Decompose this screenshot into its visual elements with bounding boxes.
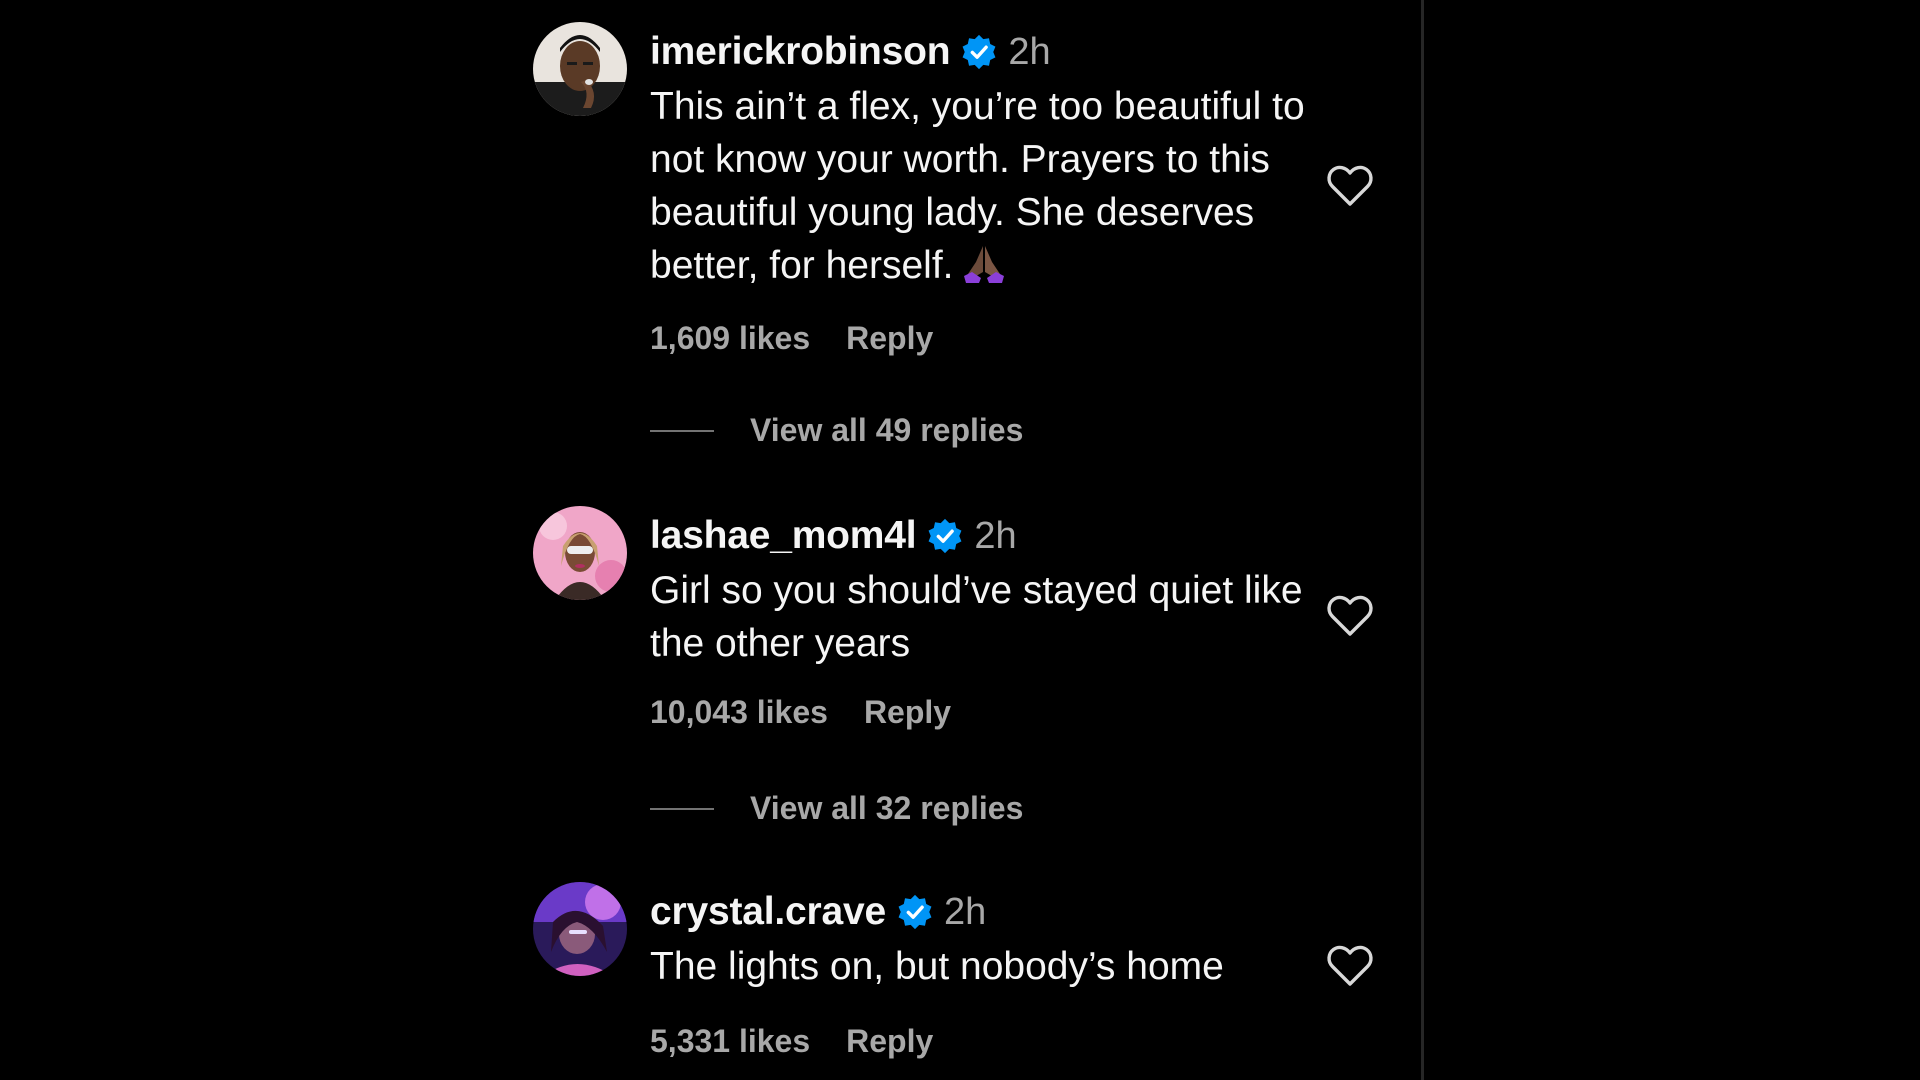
reply-button[interactable]: Reply — [846, 320, 933, 357]
comment-time: 2h — [1008, 30, 1051, 73]
comments-panel: imerickrobinson 2h This ain’t a flex, yo… — [0, 0, 1920, 1080]
verified-badge-icon — [962, 34, 996, 70]
avatar[interactable] — [533, 22, 627, 116]
comment-meta: crystal.crave 2h — [650, 882, 1340, 942]
likes-count[interactable]: 1,609 likes — [650, 320, 810, 357]
view-replies-button[interactable]: View all 32 replies — [650, 790, 1023, 827]
likes-count[interactable]: 10,043 likes — [650, 694, 828, 731]
avatar[interactable] — [533, 882, 627, 976]
username[interactable]: crystal.crave — [650, 890, 886, 934]
comment-actions: 5,331 likes Reply — [650, 1023, 1340, 1060]
comment-time: 2h — [974, 514, 1017, 557]
comment-meta: lashae_mom4l 2h — [650, 506, 1340, 566]
comment-text: This ain’t a flex, you’re too beautiful … — [650, 80, 1340, 292]
reply-button[interactable]: Reply — [864, 694, 951, 731]
comment-body: lashae_mom4l 2h Girl so you should’ve st… — [650, 506, 1340, 731]
verified-badge-icon — [898, 894, 932, 930]
verified-badge-icon — [928, 518, 962, 554]
reply-button[interactable]: Reply — [846, 1023, 933, 1060]
heart-icon[interactable] — [1326, 164, 1374, 208]
comment-time: 2h — [943, 890, 987, 933]
comment-text: The lights on, but nobody’s home — [650, 945, 1224, 988]
comment-body: imerickrobinson 2h This ain’t a flex, yo… — [650, 22, 1340, 357]
replies-line — [650, 429, 714, 432]
comment-meta: imerickrobinson 2h — [650, 22, 1340, 82]
comment-body: crystal.crave 2h The lights on, but nobo… — [650, 882, 1340, 1060]
username[interactable]: imerickrobinson — [650, 30, 951, 74]
replies-line — [650, 807, 714, 810]
panel-divider — [1421, 0, 1424, 1080]
username[interactable]: lashae_mom4l — [650, 514, 917, 558]
comment-actions: 1,609 likes Reply — [650, 320, 1340, 357]
view-replies-button[interactable]: View all 49 replies — [650, 412, 1023, 449]
view-replies-label: View all 49 replies — [750, 412, 1024, 448]
praying-hands-icon — [963, 246, 1004, 283]
comment-actions: 10,043 likes Reply — [650, 694, 1340, 731]
likes-count[interactable]: 5,331 likes — [650, 1023, 810, 1060]
heart-icon[interactable] — [1326, 594, 1374, 638]
avatar[interactable] — [533, 506, 627, 600]
comment-text: Girl so you should’ve stayed quiet like … — [650, 569, 1303, 665]
heart-icon[interactable] — [1326, 944, 1374, 988]
view-replies-label: View all 32 replies — [750, 790, 1024, 826]
